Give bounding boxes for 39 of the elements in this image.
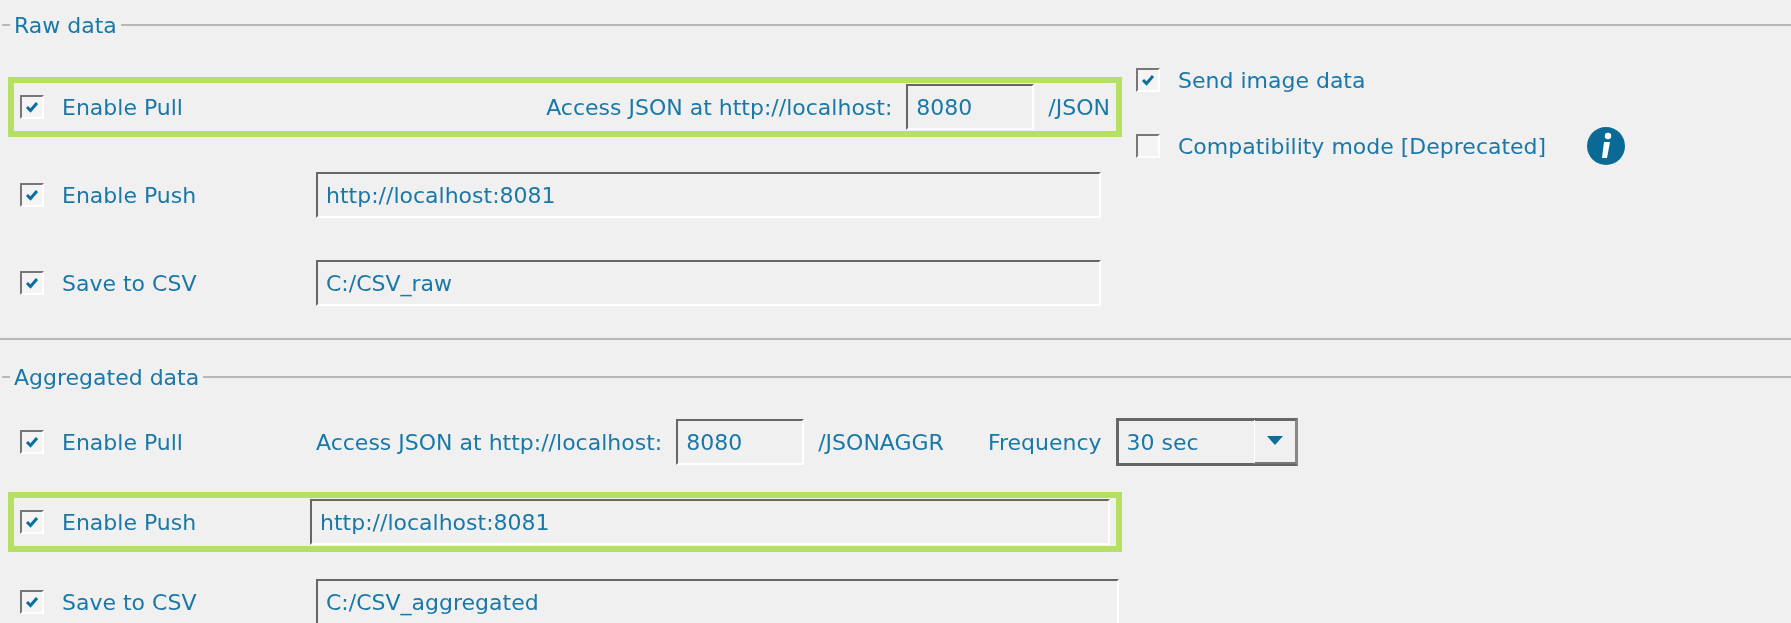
checkbox[interactable] — [1136, 68, 1160, 92]
checkmark-icon — [24, 275, 40, 291]
checkbox[interactable] — [20, 510, 44, 534]
url-field[interactable]: C:/CSV_raw — [316, 260, 1101, 306]
url-field[interactable]: http://localhost:8081 — [316, 172, 1101, 218]
info-icon[interactable] — [1586, 126, 1627, 166]
url-prefix-label: Access JSON at http://localhost: — [546, 94, 893, 120]
url-suffix-label: /JSONAGGR — [818, 429, 944, 455]
checkbox-label: Send image data — [1178, 67, 1366, 93]
url-field[interactable]: http://localhost:8081 — [310, 499, 1110, 545]
checkmark-icon — [24, 514, 40, 530]
frequency-dropdown[interactable]: 30 sec — [1115, 418, 1298, 466]
checkmark-icon — [24, 434, 40, 450]
checkmark-icon — [24, 594, 40, 610]
url-field[interactable]: C:/CSV_aggregated — [316, 579, 1119, 623]
checkbox-label: Save to CSV — [62, 270, 197, 296]
frequency-label: Frequency — [987, 429, 1102, 455]
checkbox-label: Enable Push — [62, 182, 197, 208]
checkbox[interactable] — [20, 430, 44, 454]
checkbox[interactable] — [20, 95, 44, 119]
port-field[interactable]: 8080 — [906, 84, 1035, 130]
checkbox[interactable] — [20, 183, 44, 207]
checkmark-icon — [24, 187, 40, 203]
checkbox-label: Enable Pull — [62, 429, 183, 455]
url-suffix-label: /JSON — [1048, 94, 1110, 120]
checkbox-label: Save to CSV — [62, 589, 197, 615]
checkbox[interactable] — [1136, 134, 1160, 158]
url-prefix-label: Access JSON at http://localhost: — [316, 429, 663, 455]
checkmark-icon — [1140, 72, 1156, 88]
checkbox-label: Enable Push — [62, 509, 197, 535]
port-field[interactable]: 8080 — [676, 419, 805, 465]
checkbox-label: Enable Pull — [62, 94, 183, 120]
checkbox[interactable] — [20, 271, 44, 295]
dropdown-arrow-icon[interactable] — [1253, 420, 1295, 464]
checkbox[interactable] — [20, 590, 44, 614]
checkbox-label: Compatibility mode [Deprecated] — [1178, 133, 1547, 159]
checkmark-icon — [24, 99, 40, 115]
section-title: Aggregated data — [13, 364, 201, 390]
section-title: Raw data — [13, 12, 118, 38]
